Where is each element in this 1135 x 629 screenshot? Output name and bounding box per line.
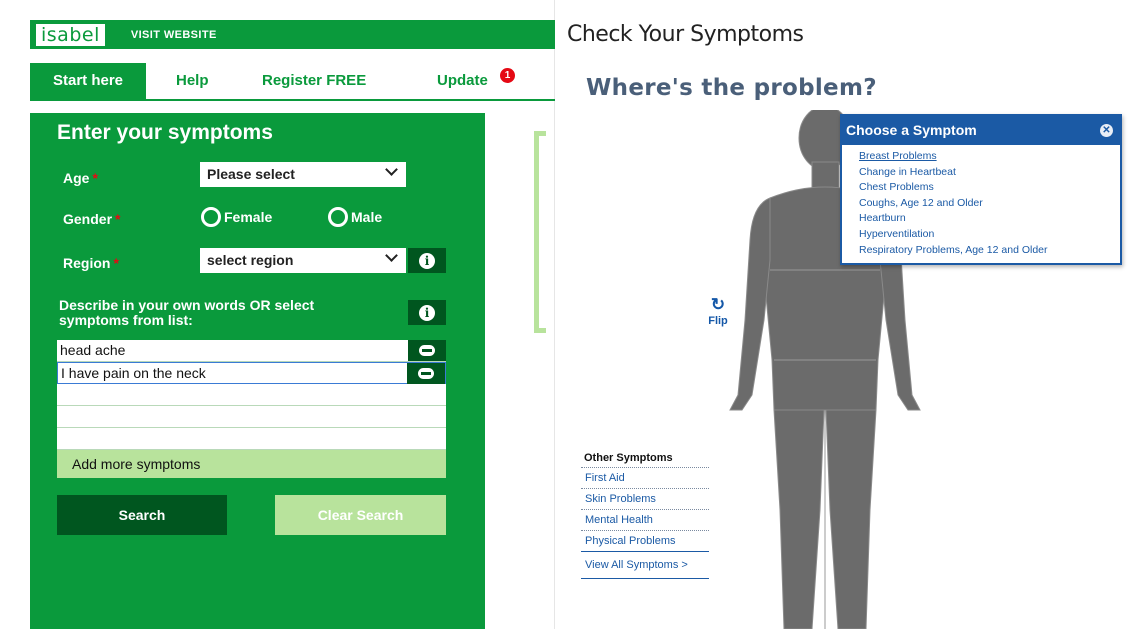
symptom-input-value: head ache xyxy=(60,342,126,358)
question-heading: Where's the problem? xyxy=(586,75,877,101)
symptom-link[interactable]: Coughs, Age 12 and Older xyxy=(859,196,1120,212)
gender-male-label: Male xyxy=(351,209,383,225)
body-neck xyxy=(811,161,840,189)
symptom-input[interactable] xyxy=(57,384,446,406)
region-select-value: select region xyxy=(207,252,294,268)
flip-label: Flip xyxy=(708,315,728,327)
info-icon: i xyxy=(419,304,435,321)
other-symptoms-heading: Other Symptoms xyxy=(581,452,709,468)
popup-symptom-list: Breast Problems Change in Heartbeat Ches… xyxy=(842,145,1120,258)
required-mark: * xyxy=(115,211,121,227)
isabel-panel: isabel VISIT WEBSITE Start here Help Reg… xyxy=(0,0,555,629)
isabel-topbar: isabel VISIT WEBSITE xyxy=(30,20,555,49)
symptom-input-value: I have pain on the neck xyxy=(61,365,206,381)
other-symptom-link[interactable]: Skin Problems xyxy=(581,489,709,510)
body-left-leg xyxy=(773,409,825,629)
chevron-down-icon xyxy=(385,163,398,176)
page-title: Check Your Symptoms xyxy=(567,22,804,47)
minus-icon xyxy=(419,345,435,356)
region-select[interactable]: select region xyxy=(200,248,406,273)
region-label: Region * xyxy=(63,255,119,271)
symptom-link[interactable]: Chest Problems xyxy=(859,180,1120,196)
isabel-logo[interactable]: isabel xyxy=(36,23,105,46)
isabel-nav: Start here Help Register FREE Update 1 xyxy=(30,63,555,101)
update-badge: 1 xyxy=(500,68,515,83)
age-label: Age * xyxy=(63,170,98,186)
body-right-leg xyxy=(825,409,877,629)
tab-help[interactable]: Help xyxy=(176,63,209,99)
popup-title: Choose a Symptom xyxy=(846,122,977,138)
tab-start-here[interactable]: Start here xyxy=(30,63,146,99)
symptom-link[interactable]: Breast Problems xyxy=(859,149,1120,165)
rotate-icon: ↻ xyxy=(710,295,726,314)
describe-label: Describe in your own words OR select sym… xyxy=(59,297,315,328)
gender-male-radio[interactable]: Male xyxy=(328,207,382,227)
side-frame-decoration xyxy=(534,131,546,333)
symptom-input[interactable]: head ache xyxy=(57,340,446,362)
symptom-link[interactable]: Change in Heartbeat xyxy=(859,165,1120,181)
info-icon: i xyxy=(419,252,435,269)
age-select-value: Please select xyxy=(207,166,295,182)
required-mark: * xyxy=(113,255,119,271)
choose-symptom-popup: Choose a Symptom ✕ Breast Problems Chang… xyxy=(840,114,1122,265)
remove-symptom-button[interactable] xyxy=(407,363,445,384)
tab-register[interactable]: Register FREE xyxy=(262,63,366,99)
gender-female-label: Female xyxy=(224,209,273,225)
minus-icon xyxy=(418,368,434,379)
visit-website-link[interactable]: VISIT WEBSITE xyxy=(131,29,217,41)
symptom-input[interactable] xyxy=(57,406,446,428)
flip-button[interactable]: ↻ Flip xyxy=(703,295,733,327)
symptom-link[interactable]: Respiratory Problems, Age 12 and Older xyxy=(859,243,1120,259)
symptom-input[interactable] xyxy=(57,428,446,450)
required-mark: * xyxy=(92,170,98,186)
symptom-link[interactable]: Hyperventilation xyxy=(859,227,1120,243)
tab-update[interactable]: Update xyxy=(437,63,488,99)
other-symptom-link[interactable]: Mental Health xyxy=(581,510,709,531)
close-icon[interactable]: ✕ xyxy=(1100,124,1113,137)
remove-symptom-button[interactable] xyxy=(408,340,446,361)
other-symptom-link[interactable]: First Aid xyxy=(581,468,709,489)
add-more-symptoms-button[interactable]: Add more symptoms xyxy=(57,450,446,478)
other-symptoms: Other Symptoms First Aid Skin Problems M… xyxy=(581,452,709,579)
radio-circle-icon xyxy=(328,207,348,227)
gender-label: Gender * xyxy=(63,211,121,227)
form-title: Enter your symptoms xyxy=(57,121,273,144)
other-symptom-link[interactable]: Physical Problems xyxy=(581,531,709,552)
body-left-arm xyxy=(729,197,771,411)
popup-header: Choose a Symptom ✕ xyxy=(842,116,1120,145)
describe-info-button[interactable]: i xyxy=(408,300,446,325)
symptom-link[interactable]: Heartburn xyxy=(859,211,1120,227)
clear-search-button[interactable]: Clear Search xyxy=(275,495,446,535)
symptom-input[interactable]: I have pain on the neck xyxy=(57,362,446,384)
symptom-form: Enter your symptoms Age * Please select G… xyxy=(30,113,485,629)
view-all-symptoms-link[interactable]: View All Symptoms > xyxy=(581,552,709,579)
symptom-list: head ache I have pain on the neck Add mo… xyxy=(57,340,446,478)
age-select[interactable]: Please select xyxy=(200,162,406,187)
chevron-down-icon xyxy=(385,249,398,262)
gender-female-radio[interactable]: Female xyxy=(201,207,272,227)
search-button[interactable]: Search xyxy=(57,495,227,535)
region-info-button[interactable]: i xyxy=(408,248,446,273)
radio-circle-icon xyxy=(201,207,221,227)
